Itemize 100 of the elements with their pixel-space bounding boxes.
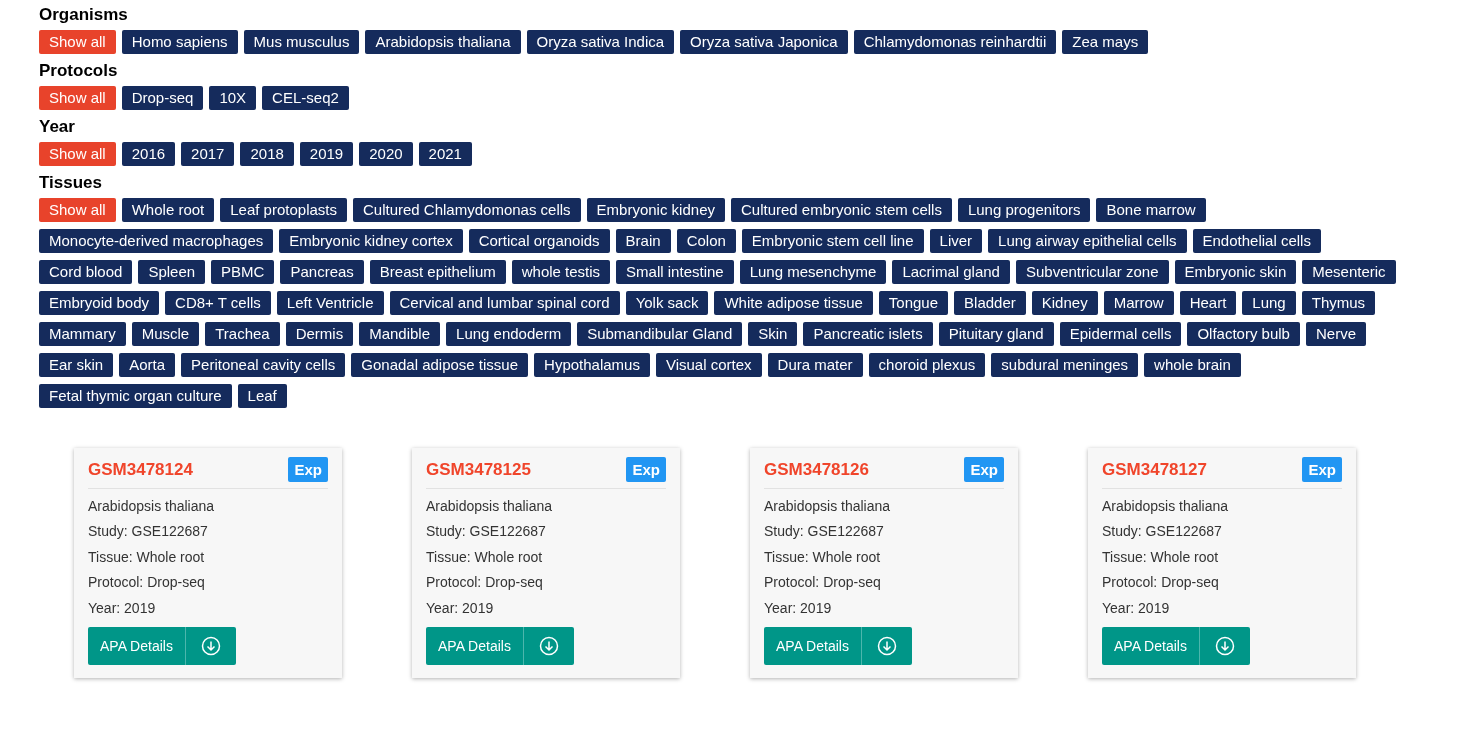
filter-option[interactable]: Mesenteric <box>1302 260 1396 284</box>
filter-option[interactable]: Submandibular Gland <box>577 322 743 346</box>
filter-option[interactable]: Nerve <box>1305 322 1366 346</box>
filter-option[interactable]: Peritoneal cavity cells <box>181 353 346 377</box>
filter-option[interactable]: Left Ventricle <box>276 291 384 315</box>
filter-option[interactable]: Lung airway epithelial cells <box>988 229 1187 253</box>
organism-text: Arabidopsis thaliana <box>426 496 553 516</box>
filter-option[interactable]: Embryonic kidney <box>586 198 725 222</box>
filter-option[interactable]: choroid plexus <box>868 353 986 377</box>
filter-option[interactable]: 2019 <box>299 142 354 166</box>
filter-option[interactable]: Dura mater <box>767 353 863 377</box>
filter-option[interactable]: Aorta <box>119 353 176 377</box>
protocol-text: Protocol: Drop-seq <box>1102 573 1219 592</box>
download-button[interactable] <box>1199 627 1250 665</box>
filter-option[interactable]: Lung <box>1242 291 1296 315</box>
filter-option[interactable]: 2020 <box>359 142 413 166</box>
filter-option[interactable]: Show all <box>39 198 116 222</box>
filter-option[interactable]: Brain <box>615 229 671 253</box>
filter-option[interactable]: 2021 <box>418 142 472 166</box>
filter-option[interactable]: Cord blood <box>39 260 133 284</box>
filter-option[interactable]: Cervical and lumbar spinal cord <box>389 291 620 315</box>
filter-option[interactable]: Kidney <box>1031 291 1098 315</box>
filter-option[interactable]: Subventricular zone <box>1015 260 1169 284</box>
filter-option[interactable]: Visual cortex <box>655 353 762 377</box>
filter-option[interactable]: Thymus <box>1301 291 1376 315</box>
filter-option[interactable]: 10X <box>209 86 257 110</box>
filter-option[interactable]: Lung endoderm <box>446 322 572 346</box>
filter-option[interactable]: Oryza sativa Japonica <box>680 30 848 54</box>
filter-option[interactable]: Hypothalamus <box>534 353 650 377</box>
filter-option[interactable]: Bone marrow <box>1096 198 1206 222</box>
filter-option[interactable]: Pancreatic islets <box>803 322 933 346</box>
apa-details-button[interactable]: APA Details <box>88 627 186 665</box>
download-button[interactable] <box>185 627 236 665</box>
filter-option[interactable]: 2016 <box>121 142 176 166</box>
filter-option[interactable]: Cultured embryonic stem cells <box>731 198 952 222</box>
filter-option[interactable]: Show all <box>39 30 116 54</box>
filter-option[interactable]: Small intestine <box>616 260 734 284</box>
filter-option[interactable]: PBMC <box>211 260 275 284</box>
filter-option[interactable]: Embryoid body <box>39 291 160 315</box>
apa-details-button[interactable]: APA Details <box>764 627 862 665</box>
filter-heading: Tissues <box>39 172 102 194</box>
filter-option[interactable]: Homo sapiens <box>121 30 238 54</box>
filter-option[interactable]: Endothelial cells <box>1192 229 1321 253</box>
download-button[interactable] <box>523 627 574 665</box>
filter-option[interactable]: 2017 <box>181 142 235 166</box>
filter-option[interactable]: Colon <box>676 229 736 253</box>
filter-option[interactable]: Tongue <box>878 291 949 315</box>
filter-option[interactable]: Whole root <box>121 198 215 222</box>
filter-option[interactable]: Heart <box>1179 291 1237 315</box>
filter-option[interactable]: Fetal thymic organ culture <box>39 384 232 408</box>
filter-option[interactable]: Skin <box>748 322 798 346</box>
filter-option[interactable]: White adipose tissue <box>714 291 873 315</box>
filter-option[interactable]: Liver <box>929 229 983 253</box>
apa-details-button[interactable]: APA Details <box>1102 627 1200 665</box>
filter-option[interactable]: Lacrimal gland <box>892 260 1010 284</box>
filter-option[interactable]: Spleen <box>138 260 206 284</box>
tissue-text: Tissue: Whole root <box>764 547 881 567</box>
filter-option[interactable]: Leaf <box>237 384 287 408</box>
filter-option[interactable]: Trachea <box>205 322 280 346</box>
filter-option[interactable]: Cultured Chlamydomonas cells <box>353 198 581 222</box>
filter-option[interactable]: Lung progenitors <box>957 198 1091 222</box>
filter-option[interactable]: subdural meninges <box>991 353 1139 377</box>
filter-option[interactable]: Marrow <box>1103 291 1174 315</box>
filter-option[interactable]: Mandible <box>359 322 441 346</box>
filter-option[interactable]: whole testis <box>511 260 611 284</box>
filter-option[interactable]: Chlamydomonas reinhardtii <box>853 30 1057 54</box>
filter-option[interactable]: Olfactory bulb <box>1187 322 1300 346</box>
filter-option[interactable]: Arabidopsis thaliana <box>365 30 521 54</box>
filter-option[interactable]: Dermis <box>285 322 354 346</box>
filter-option[interactable]: Embryonic stem cell line <box>741 229 924 253</box>
filter-option[interactable]: Zea mays <box>1062 30 1149 54</box>
filter-option[interactable]: Embryonic skin <box>1174 260 1297 284</box>
filter-option[interactable]: Show all <box>39 142 116 166</box>
download-button[interactable] <box>861 627 912 665</box>
filter-option[interactable]: Pituitary gland <box>938 322 1054 346</box>
filter-option[interactable]: Show all <box>39 86 116 110</box>
filter-option[interactable]: Drop-seq <box>121 86 204 110</box>
filter-option[interactable]: Ear skin <box>39 353 114 377</box>
filter-option[interactable]: Leaf protoplasts <box>220 198 347 222</box>
filter-option[interactable]: Epidermal cells <box>1059 322 1182 346</box>
filter-option[interactable]: Mus musculus <box>243 30 360 54</box>
filter-option[interactable]: Breast epithelium <box>369 260 506 284</box>
filter-option[interactable]: Cortical organoids <box>468 229 610 253</box>
apa-details-button[interactable]: APA Details <box>426 627 524 665</box>
filter-option[interactable]: Gonadal adipose tissue <box>351 353 529 377</box>
filter-option[interactable]: whole brain <box>1144 353 1241 377</box>
filter-option[interactable]: Mammary <box>39 322 126 346</box>
filter-option[interactable]: Yolk sack <box>625 291 709 315</box>
study-text: Study: GSE122687 <box>764 522 884 541</box>
filter-option[interactable]: Oryza sativa Indica <box>526 30 675 54</box>
filter-option[interactable]: Monocyte-derived macrophages <box>39 229 274 253</box>
filter-option[interactable]: Muscle <box>131 322 200 346</box>
filter-option[interactable]: Lung mesenchyme <box>739 260 887 284</box>
exp-badge: Exp <box>1302 457 1342 483</box>
filter-option[interactable]: Pancreas <box>280 260 364 284</box>
filter-option[interactable]: CEL-seq2 <box>262 86 349 110</box>
filter-option[interactable]: Embryonic kidney cortex <box>279 229 463 253</box>
filter-option[interactable]: 2018 <box>240 142 294 166</box>
filter-option[interactable]: CD8+ T cells <box>165 291 271 315</box>
filter-option[interactable]: Bladder <box>954 291 1026 315</box>
